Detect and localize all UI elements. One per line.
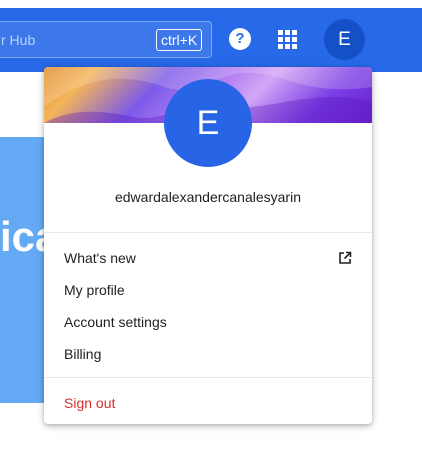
menu-item-billing[interactable]: Billing [64, 346, 101, 362]
profile-avatar: E [164, 79, 252, 167]
account-avatar-button[interactable]: E [324, 19, 365, 60]
menu-item-account-settings[interactable]: Account settings [64, 314, 167, 330]
search-shortcut-hint: ctrl+K [156, 29, 203, 51]
sign-out-button[interactable]: Sign out [64, 395, 115, 411]
username: edwardalexandercanalesyarin [114, 189, 301, 205]
search-box[interactable]: r Hub ctrl+K [0, 21, 212, 58]
top-bar: r Hub ctrl+K ? E [0, 8, 422, 72]
menu-item-my-profile[interactable]: My profile [64, 282, 125, 298]
apps-grid-icon[interactable] [278, 30, 297, 49]
account-menu: E edwardalexandercanalesyarin What's new… [44, 67, 372, 424]
divider [44, 377, 372, 378]
search-placeholder: r Hub [1, 32, 36, 48]
menu-item-whats-new[interactable]: What's new [64, 250, 136, 266]
external-link-icon [339, 251, 352, 264]
divider [44, 232, 372, 233]
help-icon[interactable]: ? [229, 28, 251, 50]
page: r Hub ctrl+K ? E ica E edwardalexanderca… [0, 0, 422, 451]
